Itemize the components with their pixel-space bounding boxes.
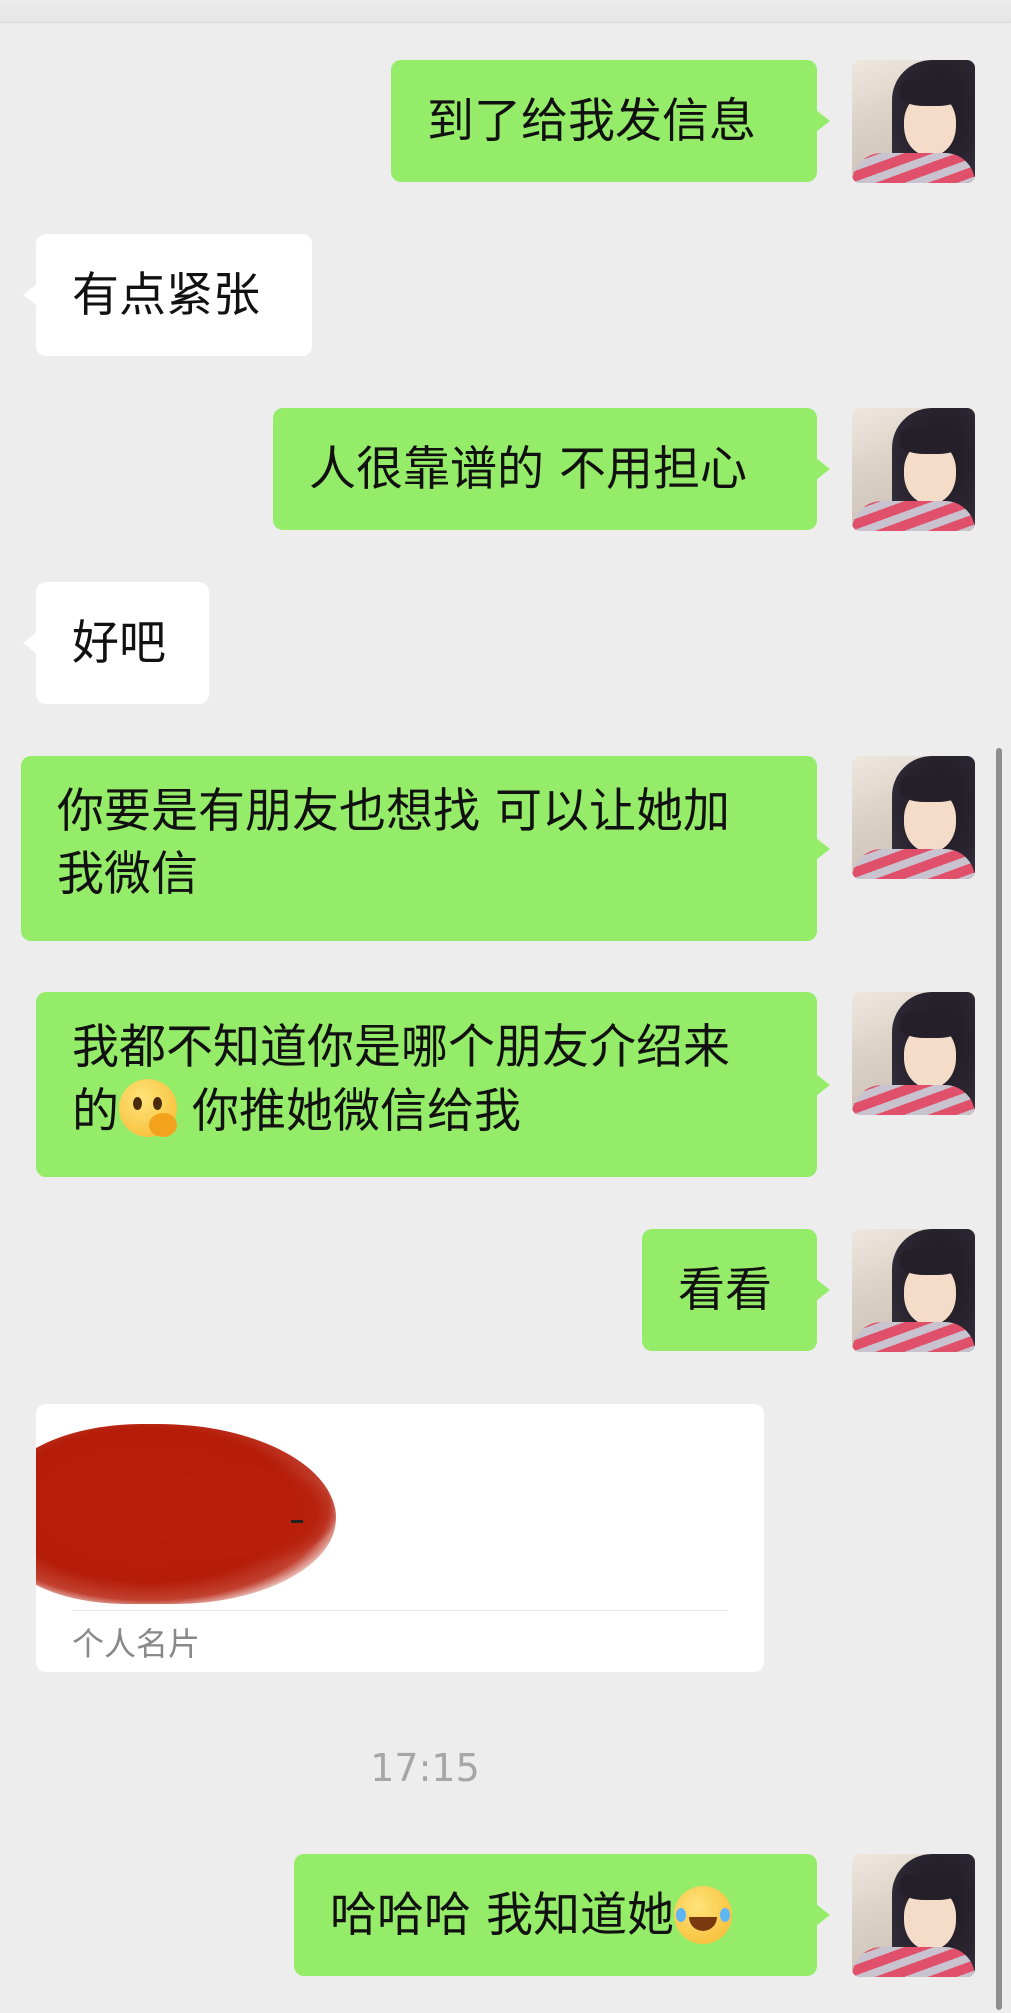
scrollbar[interactable] bbox=[996, 748, 1002, 2010]
message-bubble-sent[interactable]: 看看 bbox=[642, 1229, 830, 1351]
message-text: 人很靠谱的 不用担心 bbox=[309, 441, 747, 497]
message-text-line: 我微信 bbox=[57, 847, 198, 902]
message-text: 到了给我发信息 bbox=[427, 93, 756, 149]
message-text-line: 的 你推她微信给我 bbox=[72, 1079, 781, 1143]
message-bubble-sent[interactable]: 我都不知道你是哪个朋友介绍来 的 你推她微信给我 bbox=[36, 992, 830, 1177]
message-bubble-sent[interactable]: 人很靠谱的 不用担心 bbox=[273, 408, 830, 530]
avatar[interactable] bbox=[852, 60, 975, 183]
avatar[interactable] bbox=[852, 1229, 975, 1352]
avatar[interactable] bbox=[852, 992, 975, 1115]
contact-card-label: 个人名片 bbox=[72, 1625, 201, 1663]
message-text-line: 我都不知道你是哪个朋友介绍来 bbox=[72, 1020, 730, 1075]
top-edge bbox=[0, 0, 1011, 23]
message-text: 有点紧张 bbox=[72, 267, 260, 323]
tears-of-joy-emoji-icon bbox=[673, 1886, 732, 1944]
divider bbox=[72, 1610, 728, 1611]
contact-card[interactable]: 个人名片 bbox=[36, 1404, 764, 1672]
message-bubble-received[interactable]: 好吧 bbox=[23, 582, 209, 704]
message-bubble-sent[interactable]: 你要是有朋友也想找 可以让她加 我微信 bbox=[21, 756, 830, 941]
thinking-emoji-icon bbox=[119, 1079, 177, 1137]
message-text: 看看 bbox=[678, 1262, 772, 1318]
message-text: 好吧 bbox=[72, 615, 166, 671]
timestamp: 17:15 bbox=[370, 1746, 480, 1790]
redaction-scribble bbox=[136, 1464, 336, 1564]
message-text-line: 你要是有朋友也想找 可以让她加 bbox=[57, 784, 730, 839]
avatar[interactable] bbox=[852, 756, 975, 879]
message-bubble-sent[interactable]: 到了给我发信息 bbox=[391, 60, 830, 182]
avatar[interactable] bbox=[852, 408, 975, 531]
avatar[interactable] bbox=[852, 1854, 975, 1977]
message-bubble-received[interactable]: 有点紧张 bbox=[23, 234, 312, 356]
message-text: 哈哈哈 我知道她 bbox=[330, 1887, 674, 1943]
message-bubble-sent[interactable]: 哈哈哈 我知道她 bbox=[294, 1854, 830, 1976]
